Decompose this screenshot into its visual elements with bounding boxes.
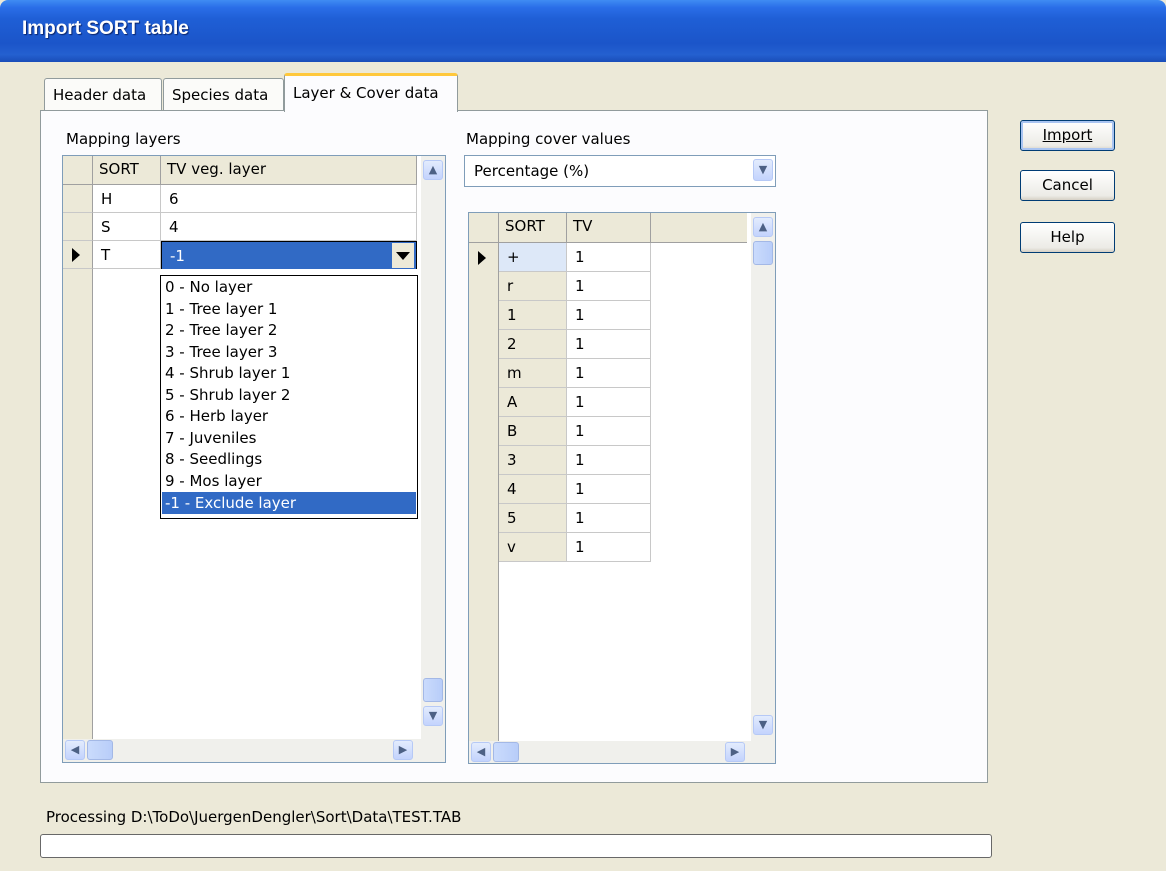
cancel-button[interactable]: Cancel: [1020, 170, 1115, 201]
cover-sort-cell[interactable]: +: [499, 243, 567, 272]
scroll-right-icon[interactable]: ▶: [725, 742, 745, 762]
dropdown-option[interactable]: 9 - Mos layer: [162, 470, 416, 492]
layer-sort-cell[interactable]: S: [93, 213, 161, 241]
row-indicator-empty: [63, 269, 93, 739]
scroll-thumb[interactable]: [753, 241, 773, 265]
layer-tv-cell[interactable]: 4: [161, 213, 417, 241]
import-button[interactable]: Import: [1020, 120, 1115, 151]
scroll-left-icon[interactable]: ◀: [65, 740, 85, 760]
dropdown-option[interactable]: 2 - Tree layer 2: [162, 319, 416, 341]
cover-sort-cell[interactable]: 2: [499, 330, 567, 359]
cover-sort-cell[interactable]: A: [499, 388, 567, 417]
cover-tv-cell[interactable]: 1: [567, 417, 651, 446]
layers-vertical-scrollbar[interactable]: ▲ ▼: [421, 156, 445, 739]
chevron-down-icon: [396, 252, 410, 260]
cover-tv-cell[interactable]: 1: [567, 330, 651, 359]
layer-tv-editor-value: -1: [170, 247, 185, 265]
current-row-arrow-icon: [72, 248, 80, 262]
cancel-button-label: Cancel: [1042, 176, 1093, 194]
dropdown-option[interactable]: 0 - No layer: [162, 276, 416, 298]
cover-scale-value: Percentage (%): [474, 162, 590, 180]
cover-tv-cell[interactable]: 1: [567, 475, 651, 504]
grid-corner: [63, 156, 93, 185]
cover-tv-cell[interactable]: 1: [567, 301, 651, 330]
scroll-left-icon[interactable]: ◀: [471, 742, 491, 762]
dropdown-option[interactable]: 1 - Tree layer 1: [162, 298, 416, 320]
chevron-down-icon[interactable]: ▼: [753, 159, 773, 181]
scroll-up-icon[interactable]: ▲: [423, 160, 443, 180]
window-title: Import SORT table: [22, 18, 189, 39]
layer-sort-cell[interactable]: T: [93, 241, 161, 269]
layers-horizontal-scrollbar[interactable]: ◀ ▶: [63, 739, 445, 762]
dropdown-option[interactable]: 4 - Shrub layer 1: [162, 362, 416, 384]
cover-sort-cell[interactable]: 3: [499, 446, 567, 475]
cover-grid[interactable]: SORT TV +1 r 1 1 1 2 1 m 1 A 1 B 1 3 1 4 1 5 1 v 1 ▲ ▼ ◀ ▶: [468, 212, 776, 764]
dropdown-option[interactable]: 3 - Tree layer 3: [162, 341, 416, 363]
layer-sort-cell[interactable]: H: [93, 185, 161, 213]
mapping-cover-values-label: Mapping cover values: [466, 130, 631, 148]
mapping-layers-label: Mapping layers: [66, 130, 181, 148]
cover-sort-cell[interactable]: r: [499, 272, 567, 301]
tab-species-data[interactable]: Species data: [163, 78, 284, 111]
grid-corner: [469, 213, 499, 243]
cover-tv-cell[interactable]: 1: [567, 388, 651, 417]
cover-tv-cell[interactable]: 1: [567, 504, 651, 533]
scroll-down-icon[interactable]: ▼: [753, 715, 773, 735]
tab-header-data[interactable]: Header data: [44, 78, 162, 111]
scroll-down-icon[interactable]: ▼: [423, 706, 443, 726]
layer-tv-editor[interactable]: -1: [161, 241, 417, 270]
row-indicator[interactable]: [63, 185, 93, 213]
current-row-arrow-icon: [478, 251, 486, 265]
scroll-thumb[interactable]: [87, 740, 113, 760]
scroll-thumb[interactable]: [493, 742, 519, 762]
cover-tv-cell[interactable]: 1: [567, 359, 651, 388]
dropdown-option[interactable]: 6 - Herb layer: [162, 405, 416, 427]
cover-tv-cell[interactable]: 1: [567, 272, 651, 301]
layer-dropdown-button[interactable]: [392, 243, 414, 268]
cover-sort-cell[interactable]: m: [499, 359, 567, 388]
cover-vertical-scrollbar[interactable]: ▲ ▼: [751, 213, 775, 741]
dropdown-option[interactable]: 7 - Juveniles: [162, 427, 416, 449]
cover-scale-select[interactable]: Percentage (%) ▼: [464, 155, 776, 187]
column-header-tv[interactable]: TV: [567, 213, 651, 243]
row-indicator-current[interactable]: [63, 241, 93, 269]
cover-horizontal-scrollbar[interactable]: ◀ ▶: [469, 741, 775, 763]
scroll-thumb[interactable]: [423, 678, 443, 702]
progress-bar: [40, 834, 992, 858]
column-header-sort[interactable]: SORT: [93, 156, 161, 185]
dropdown-option[interactable]: 5 - Shrub layer 2: [162, 384, 416, 406]
help-button[interactable]: Help: [1020, 222, 1115, 253]
cover-sort-cell[interactable]: B: [499, 417, 567, 446]
layer-tv-cell[interactable]: 6: [161, 185, 417, 213]
cover-tv-cell[interactable]: 1: [567, 446, 651, 475]
tab-layer-cover-data[interactable]: Layer & Cover data: [284, 73, 458, 112]
scroll-right-icon[interactable]: ▶: [393, 740, 413, 760]
cover-tv-cell[interactable]: 1: [567, 243, 651, 272]
column-header-sort[interactable]: SORT: [499, 213, 567, 243]
cover-sort-cell[interactable]: v: [499, 533, 567, 562]
help-button-label: Help: [1050, 228, 1085, 246]
column-header-tv-veg-layer[interactable]: TV veg. layer: [161, 156, 417, 185]
layer-dropdown-list[interactable]: 0 - No layer 1 - Tree layer 1 2 - Tree l…: [160, 275, 418, 519]
row-indicator[interactable]: [63, 213, 93, 241]
row-indicator-column[interactable]: [469, 243, 499, 743]
import-button-label: Import: [1042, 126, 1093, 144]
cover-sort-cell[interactable]: 4: [499, 475, 567, 504]
cover-tv-cell[interactable]: 1: [567, 533, 651, 562]
cover-sort-cell[interactable]: 1: [499, 301, 567, 330]
dropdown-option-selected[interactable]: -1 - Exclude layer: [162, 492, 416, 514]
cover-sort-cell[interactable]: 5: [499, 504, 567, 533]
column-header-empty: [651, 213, 747, 243]
scroll-up-icon[interactable]: ▲: [753, 217, 773, 237]
status-text: Processing D:\ToDo\JuergenDengler\Sort\D…: [46, 808, 462, 826]
dropdown-option[interactable]: 8 - Seedlings: [162, 448, 416, 470]
